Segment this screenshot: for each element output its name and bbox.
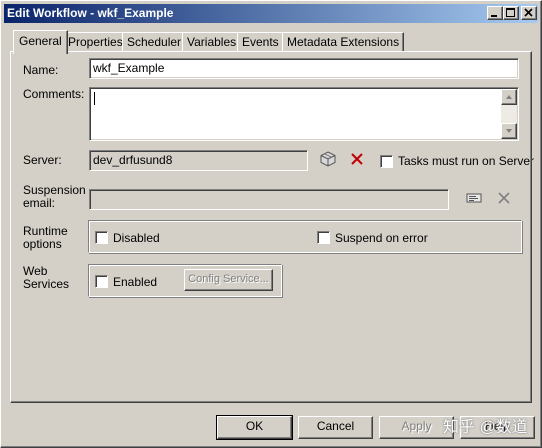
tab-events[interactable]: Events [237, 32, 284, 52]
tab-variables-label: Variables [187, 35, 237, 49]
general-tab-panel [10, 51, 532, 403]
tab-general-label: General [19, 34, 62, 48]
minimize-button[interactable] [487, 6, 503, 20]
minimize-icon [491, 15, 497, 17]
tab-variables[interactable]: Variables [182, 32, 242, 52]
tab-events-label: Events [242, 35, 279, 49]
tab-general[interactable]: General [13, 30, 68, 54]
close-button[interactable] [521, 6, 537, 20]
maximize-icon [506, 8, 515, 17]
watermark-text: 知乎 @数道 [443, 419, 528, 436]
cancel-button[interactable]: Cancel [298, 416, 373, 439]
tab-properties-label: Properties [68, 35, 123, 49]
tab-scheduler[interactable]: Scheduler [122, 32, 187, 52]
ok-button[interactable]: OK [216, 415, 293, 440]
close-icon [524, 8, 533, 17]
tab-properties[interactable]: Properties [63, 32, 128, 52]
tab-scheduler-label: Scheduler [127, 35, 182, 49]
maximize-button[interactable] [503, 6, 519, 20]
window-title: Edit Workflow - wkf_Example [7, 6, 174, 20]
tab-metadata-extensions[interactable]: Metadata Extensions [282, 32, 405, 52]
edit-workflow-dialog: Edit Workflow - wkf_Example General Prop… [0, 0, 542, 448]
tab-metadata-extensions-label: Metadata Extensions [287, 35, 400, 49]
title-bar[interactable]: Edit Workflow - wkf_Example [4, 4, 538, 23]
